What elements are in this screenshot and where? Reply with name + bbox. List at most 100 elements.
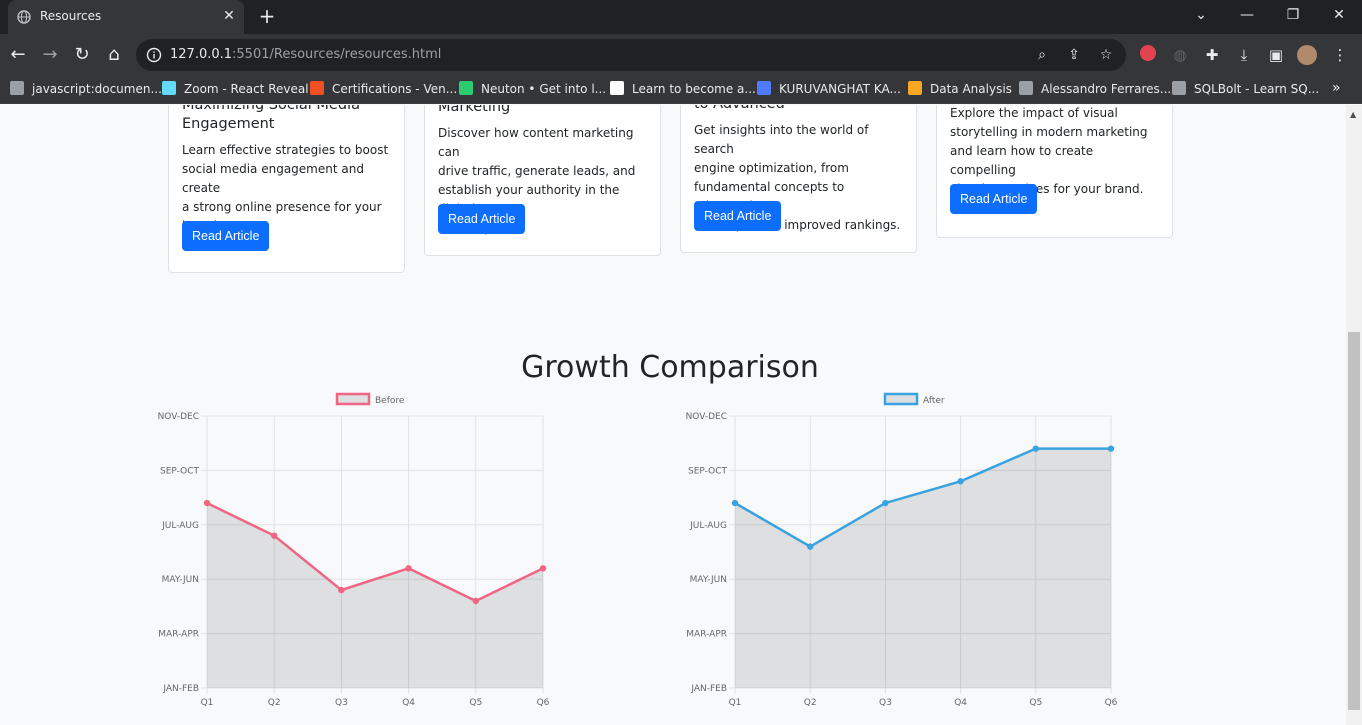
page-viewport: Maximizing Social Media Engagement Learn…: [0, 105, 1346, 725]
bookmark-favicon-icon: [10, 81, 24, 95]
menu-kebab-icon[interactable]: ⋮: [1330, 45, 1350, 65]
bookmark-favicon-icon: [162, 81, 176, 95]
bookmark-favicon-icon: [610, 81, 624, 95]
y-tick-label: JAN-FEB: [690, 684, 727, 694]
more-bookmarks-icon[interactable]: »: [1332, 80, 1341, 96]
article-card-content-marketing: Marketing Discover how content marketing…: [424, 105, 661, 256]
bookmark-label: Learn to become a...: [632, 82, 756, 96]
x-tick-label: Q4: [402, 698, 415, 708]
bookmark-favicon-icon: [459, 81, 473, 95]
y-tick-label: NOV-DEC: [158, 412, 199, 422]
extension-shield-icon[interactable]: ◍: [1170, 45, 1190, 65]
article-card-storytelling: Explore the impact of visual storytelling…: [936, 105, 1173, 238]
side-panel-icon[interactable]: ▣: [1266, 45, 1286, 65]
page-scrollbar[interactable]: ▲: [1346, 105, 1362, 725]
x-tick-label: Q3: [335, 698, 348, 708]
card-title: Maximizing Social Media: [182, 105, 360, 113]
back-arrow-icon[interactable]: ←: [6, 43, 30, 67]
data-point: [472, 597, 479, 605]
card-title: Marketing: [438, 105, 511, 115]
y-tick-label: SEP-OCT: [160, 466, 199, 476]
y-tick-label: SEP-OCT: [688, 466, 727, 476]
y-tick-label: NOV-DEC: [686, 412, 727, 422]
legend-label: Before: [375, 396, 405, 406]
data-point: [405, 565, 412, 572]
read-article-button[interactable]: Read Article: [694, 201, 782, 231]
download-icon[interactable]: ⤓: [1234, 45, 1254, 65]
tab-resources[interactable]: Resources ✕: [8, 0, 244, 34]
after-growth-chart: JAN-FEB MAR-APR MAY-JUN JUL-AUG SEP-OCT NOV-D…: [686, 392, 1118, 708]
read-article-button[interactable]: Read Article: [182, 221, 270, 251]
series-area: [207, 503, 543, 688]
extension-red-icon[interactable]: [1138, 45, 1158, 65]
before-growth-chart: JAN-FEB MAR-APR MAY-JUN JUL-AUG SEP-OCT NOV-D…: [158, 392, 550, 708]
bookmark-label: Data Analysis: [930, 82, 1012, 96]
article-card-social: Maximizing Social Media Engagement Learn…: [168, 105, 405, 273]
bookmark-item[interactable]: SQLBolt - Learn SQ...: [1172, 81, 1319, 99]
data-point: [271, 532, 278, 539]
data-point: [882, 499, 889, 507]
site-info-icon[interactable]: [146, 47, 162, 63]
bookmark-label: javascript:documen...: [32, 82, 162, 96]
y-tick-label: JUL-AUG: [689, 521, 727, 531]
bookmark-item[interactable]: javascript:documen...: [10, 81, 162, 99]
bookmark-label: Neuton • Get into l...: [481, 82, 607, 96]
url-text: 127.0.0.1:5501/Resources/resources.html: [170, 47, 442, 62]
globe-icon: [17, 10, 31, 24]
data-point: [807, 543, 814, 550]
x-tick-label: Q4: [954, 698, 967, 708]
y-tick-label: JUL-AUG: [161, 521, 199, 531]
home-icon[interactable]: ⌂: [102, 43, 126, 67]
x-tick-label: Q2: [268, 698, 281, 708]
read-article-button[interactable]: Read Article: [950, 184, 1038, 214]
x-tick-label: Q2: [804, 698, 817, 708]
scroll-up-icon[interactable]: ▲: [1350, 111, 1358, 119]
legend-swatch: [883, 392, 919, 406]
data-point: [338, 586, 345, 594]
data-point: [731, 499, 739, 507]
puzzle-icon[interactable]: ✚: [1202, 45, 1222, 65]
x-tick-label: Q1: [729, 698, 742, 708]
x-tick-label: Q6: [1105, 698, 1118, 708]
restore-button[interactable]: ❐: [1270, 0, 1316, 30]
legend-label: After: [923, 396, 945, 406]
reload-icon[interactable]: ↻: [70, 43, 94, 67]
bookmark-item[interactable]: KURUVANGHAT KA...: [757, 81, 901, 99]
data-point: [1032, 445, 1039, 452]
article-card-seo: to Advanced Get insights into the world …: [680, 105, 917, 253]
bookmark-item[interactable]: Alessandro Ferrares...: [1019, 81, 1171, 99]
bookmark-favicon-icon: [310, 81, 324, 95]
browser-toolbar: ← → ↻ ⌂ 127.0.0.1:5501/Resources/resourc…: [0, 34, 1362, 76]
bookmark-item[interactable]: Zoom - React Reveal: [162, 81, 309, 99]
close-tab-icon[interactable]: ✕: [220, 7, 238, 25]
read-article-button[interactable]: Read Article: [438, 204, 526, 234]
bookmark-label: KURUVANGHAT KA...: [779, 82, 901, 96]
bookmark-item[interactable]: Learn to become a...: [610, 81, 756, 99]
star-icon[interactable]: ☆: [1098, 47, 1114, 63]
bookmark-item[interactable]: Neuton • Get into l...: [459, 81, 606, 99]
x-tick-label: Q5: [1029, 698, 1042, 708]
close-window-button[interactable]: ✕: [1316, 0, 1362, 30]
y-tick-label: MAR-APR: [686, 630, 727, 640]
legend: Before: [335, 392, 405, 406]
tab-title: Resources: [40, 9, 102, 23]
address-bar[interactable]: 127.0.0.1:5501/Resources/resources.html …: [136, 39, 1126, 71]
new-tab-button[interactable]: +: [256, 5, 278, 27]
legend-swatch: [335, 392, 371, 406]
bookmark-label: Alessandro Ferrares...: [1041, 82, 1172, 96]
x-tick-label: Q3: [879, 698, 892, 708]
bookmarks-bar: javascript:documen... Zoom - React Reveal…: [0, 76, 1362, 104]
zoom-icon[interactable]: ⌕: [1034, 47, 1050, 63]
y-tick-label: MAY-JUN: [690, 575, 727, 585]
bookmark-item[interactable]: Data Analysis: [908, 81, 1012, 99]
x-tick-label: Q5: [469, 698, 482, 708]
minimize-button[interactable]: —: [1224, 0, 1270, 30]
forward-arrow-icon[interactable]: →: [38, 43, 62, 67]
scrollbar-thumb[interactable]: [1348, 332, 1360, 710]
avatar[interactable]: [1297, 45, 1317, 65]
bookmark-item[interactable]: Certifications - Ven...: [310, 81, 457, 99]
y-tick-label: MAR-APR: [158, 630, 199, 640]
share-icon[interactable]: ⇪: [1066, 47, 1082, 63]
tab-search-icon[interactable]: ⌄: [1178, 0, 1224, 30]
x-tick-label: Q6: [537, 698, 550, 708]
